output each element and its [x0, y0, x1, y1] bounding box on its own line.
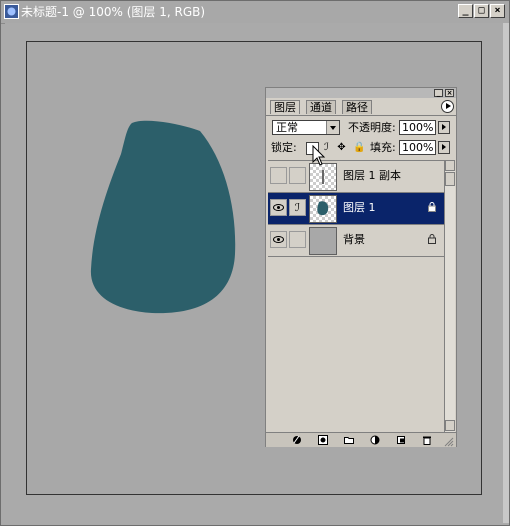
opacity-label: 不透明度: [348, 121, 396, 134]
resize-grip-icon[interactable] [444, 437, 454, 447]
layer-thumbnail [309, 227, 337, 255]
brush-icon[interactable]: ℐ [289, 199, 306, 216]
tab-layers[interactable]: 图层 [270, 100, 300, 114]
teal-shape[interactable] [87, 119, 247, 319]
layers-scrollbar[interactable] [444, 160, 455, 432]
visibility-toggle[interactable] [270, 167, 287, 184]
tab-channels[interactable]: 通道 [306, 100, 336, 114]
tab-paths[interactable]: 路径 [342, 100, 372, 114]
layer-row-selected[interactable]: ℐ 图层 1 [268, 193, 444, 225]
blend-mode-value: 正常 [276, 121, 298, 134]
link-toggle[interactable] [289, 167, 306, 184]
layer-name: 图层 1 [343, 201, 376, 214]
maximize-button[interactable]: □ [474, 4, 489, 18]
mask-icon[interactable] [318, 435, 328, 445]
layer-row[interactable]: 背景 [268, 225, 444, 257]
close-button[interactable]: × [490, 4, 505, 18]
fill-slider-button[interactable] [438, 141, 450, 154]
lock-move-icon[interactable]: ✥ [336, 142, 347, 153]
adjustment-layer-icon[interactable] [370, 435, 380, 445]
photoshop-doc-icon [4, 4, 19, 19]
eye-icon[interactable] [270, 199, 287, 216]
layer-style-icon[interactable] [292, 435, 302, 445]
layers-list: 图层 1 副本 ℐ 图层 1 背景 [268, 160, 444, 433]
lock-icon [428, 202, 436, 212]
link-toggle[interactable] [289, 231, 306, 248]
lock-icon [428, 234, 436, 244]
panel-bottom-bar [266, 432, 456, 447]
layer-row[interactable]: 图层 1 副本 [268, 161, 444, 193]
panel-close-button[interactable]: × [445, 89, 454, 97]
document-window: 未标题-1 @ 100% (图层 1, RGB) _ □ × _ × 图层 通道… [0, 0, 510, 526]
lock-label: 锁定: [271, 141, 297, 154]
fill-input[interactable]: 100% [399, 140, 436, 155]
layer-thumbnail [309, 195, 337, 223]
trash-icon[interactable] [422, 435, 432, 445]
window-edge [503, 23, 509, 523]
scroll-up-button[interactable] [445, 160, 455, 171]
chevron-down-icon[interactable] [326, 121, 339, 134]
fill-label: 填充: [370, 141, 396, 154]
eye-icon[interactable] [270, 231, 287, 248]
minimize-button[interactable]: _ [458, 4, 473, 18]
panel-title-bar[interactable]: _ × [266, 88, 456, 98]
blend-mode-select[interactable]: 正常 [272, 120, 340, 135]
cursor-arrow-icon [312, 145, 326, 166]
panel-minimize-button[interactable]: _ [434, 89, 443, 97]
scroll-thumb[interactable] [445, 172, 455, 186]
layer-name: 背景 [343, 233, 365, 246]
layers-panel: _ × 图层 通道 路径 正常 不透明度: 100% 锁定: ℐ ✥ 🔒 填充:… [265, 87, 457, 447]
panel-tabs: 图层 通道 路径 [266, 99, 456, 116]
window-title: 未标题-1 @ 100% (图层 1, RGB) [21, 5, 206, 19]
lock-all-icon[interactable]: 🔒 [353, 142, 365, 153]
opacity-slider-button[interactable] [438, 121, 450, 134]
panel-menu-icon[interactable] [441, 100, 454, 113]
layer-name: 图层 1 副本 [343, 169, 401, 182]
title-bar[interactable]: 未标题-1 @ 100% (图层 1, RGB) _ □ × [1, 1, 509, 24]
new-layer-icon[interactable] [396, 435, 406, 445]
opacity-input[interactable]: 100% [399, 120, 436, 135]
scroll-down-button[interactable] [445, 420, 455, 431]
layer-thumbnail [309, 163, 337, 191]
new-set-icon[interactable] [344, 435, 354, 445]
